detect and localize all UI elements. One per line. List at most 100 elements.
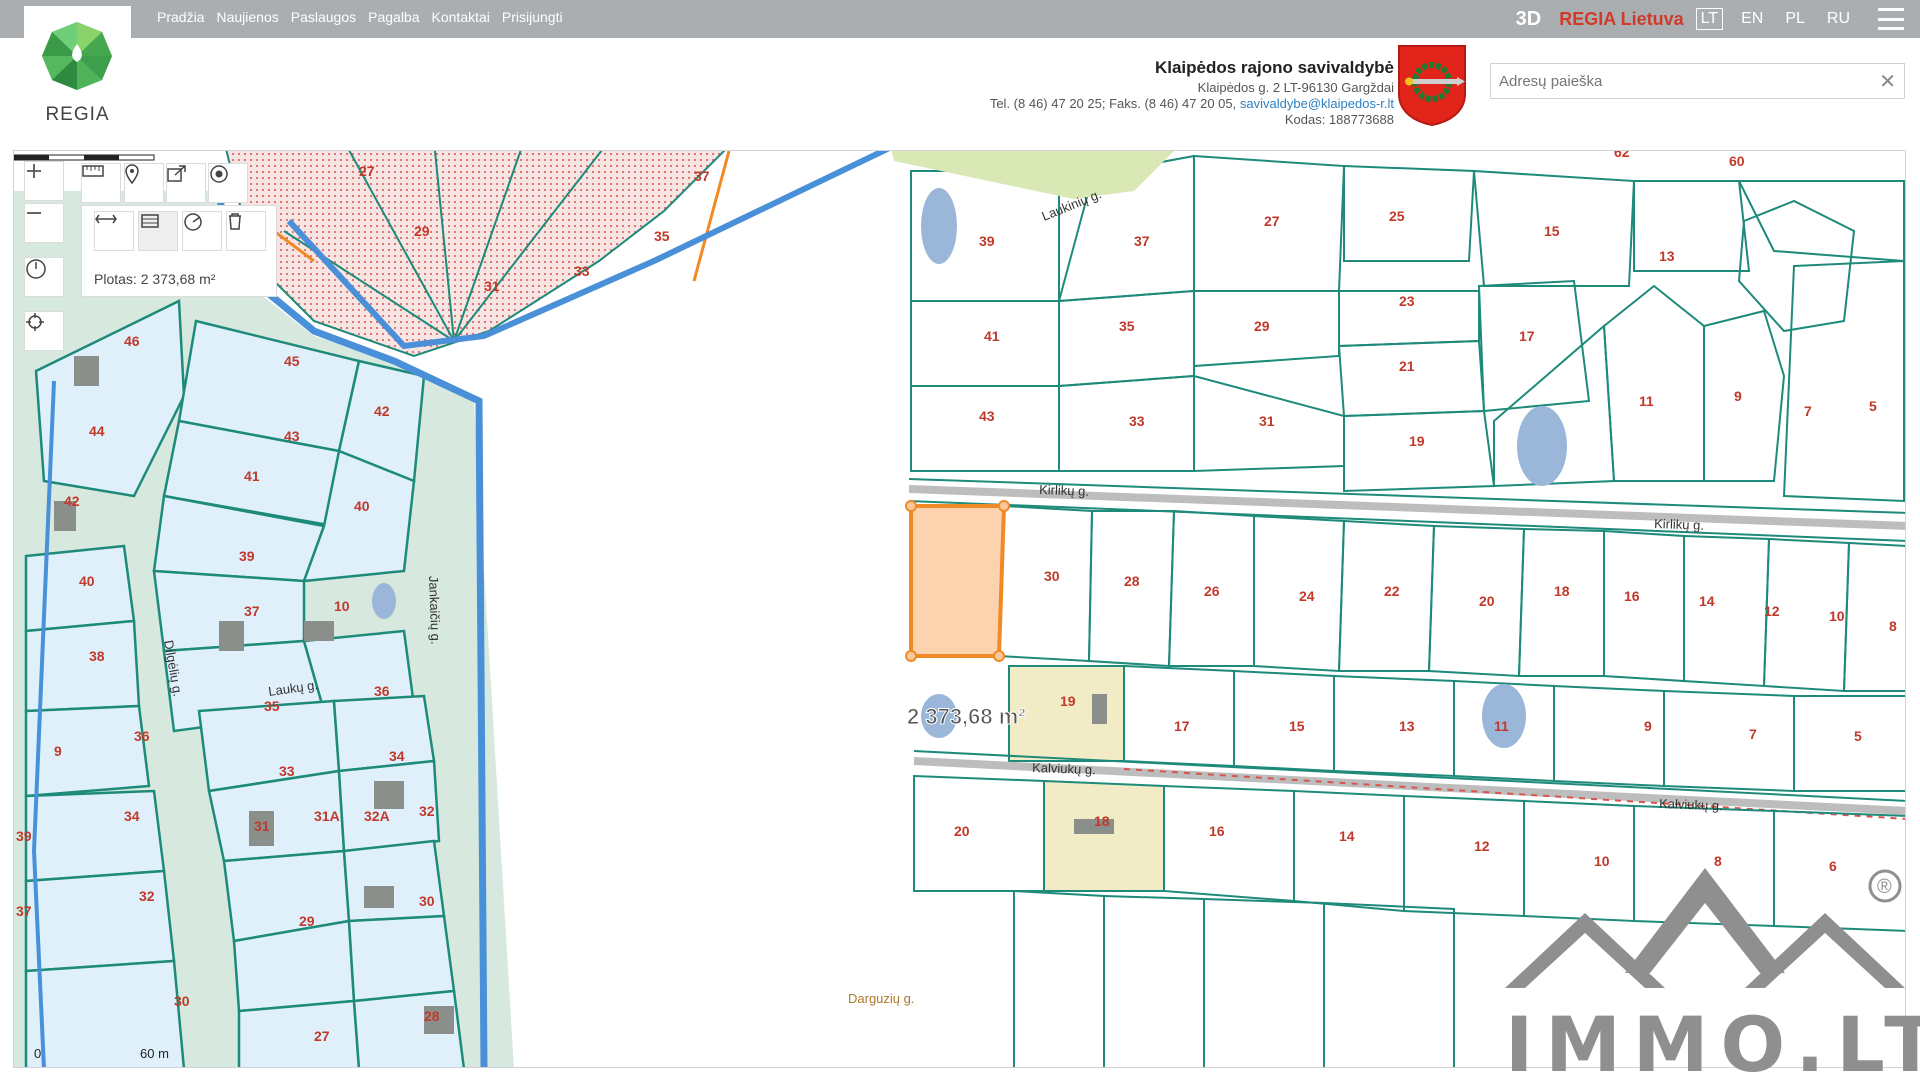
pn-l18: 34 — [389, 748, 405, 764]
pn-l1: 45 — [284, 353, 300, 369]
pn-ru21: 5 — [1869, 398, 1877, 414]
pn-ru0: 39 — [979, 233, 995, 249]
lang-pl[interactable]: PL — [1781, 9, 1809, 29]
pn-ru6: 62 — [1614, 151, 1630, 160]
pn-ru10: 29 — [1254, 318, 1270, 334]
municipality-info: Klaipėdos rajono savivaldybė Klaipėdos g… — [990, 56, 1394, 128]
lang-lt[interactable]: LT — [1695, 8, 1724, 30]
pn-l9: 39 — [239, 548, 255, 564]
pn-ru16: 31 — [1259, 413, 1275, 429]
municipality-email-link[interactable]: savivaldybe@klaipedos-r.lt — [1240, 96, 1394, 111]
pn-l4: 42 — [374, 403, 390, 419]
3d-mode-button[interactable]: 3D — [1516, 8, 1542, 31]
pn-rm8: 14 — [1699, 593, 1715, 609]
selected-parcel[interactable] — [909, 504, 1007, 658]
pn-ru14: 43 — [979, 408, 995, 424]
pn-l15: 9 — [54, 743, 62, 759]
pn-ru18: 11 — [1639, 393, 1654, 409]
pn-rm6: 18 — [1554, 583, 1570, 599]
regia-logo[interactable]: REGIA — [24, 6, 131, 138]
share-button[interactable] — [166, 163, 206, 203]
pn-ru2: 27 — [1264, 213, 1280, 229]
locate-button[interactable] — [208, 163, 248, 203]
municipality-code: Kodas: 188773688 — [1284, 112, 1394, 127]
area-measure-icon — [141, 214, 159, 228]
pn-rl3: 13 — [1399, 718, 1415, 734]
nav-login[interactable]: Prisijungti — [502, 9, 563, 25]
pn-rm3: 24 — [1299, 588, 1315, 604]
trash-icon — [229, 213, 241, 230]
address-search-input[interactable] — [1491, 64, 1877, 98]
pn-rl0: 19 — [1060, 693, 1076, 709]
target-icon — [210, 165, 228, 183]
measure-area-button[interactable] — [138, 211, 178, 251]
zoom-out-button[interactable] — [24, 203, 64, 243]
registered-mark: ® — [1877, 876, 1892, 898]
marker-tool-button[interactable] — [124, 163, 164, 203]
pn-rb2: 16 — [1209, 823, 1225, 839]
nav-services[interactable]: Paslaugos — [291, 9, 356, 25]
measure-tool-button[interactable] — [81, 163, 121, 203]
middle-parcels — [997, 504, 1905, 693]
pn-rb1: 18 — [1094, 813, 1110, 829]
pn-l20: 39 — [16, 828, 32, 844]
pn-l10: 38 — [89, 648, 105, 664]
pn-rb4: 12 — [1474, 838, 1490, 854]
nav-help[interactable]: Pagalba — [368, 9, 419, 25]
pn-t5: 37 — [694, 168, 710, 184]
scale-bar — [14, 154, 155, 161]
pn-ru4: 15 — [1544, 223, 1560, 239]
pn-t0: 27 — [359, 163, 375, 179]
nav-home[interactable]: Pradžia — [157, 9, 204, 25]
pn-ru12: 17 — [1519, 328, 1535, 344]
history-button[interactable] — [24, 257, 64, 297]
minus-icon — [27, 212, 41, 214]
protected-zone — [225, 151, 731, 358]
lang-ru[interactable]: RU — [1823, 9, 1854, 29]
hamburger-menu-icon[interactable] — [1878, 8, 1904, 30]
measure-length-button[interactable] — [94, 211, 134, 251]
pn-rm11: 8 — [1889, 618, 1897, 634]
pn-l30: 27 — [314, 1028, 330, 1044]
pn-l27: 29 — [299, 913, 315, 929]
gps-button[interactable] — [24, 311, 64, 351]
pn-l0: 46 — [124, 333, 140, 349]
pn-l8: 40 — [79, 573, 95, 589]
regia-lietuva-link[interactable]: REGIA Lietuva — [1559, 9, 1683, 30]
municipality-name: Klaipėdos rajono savivaldybė — [1154, 58, 1394, 77]
pn-l21: 31 — [254, 818, 270, 834]
municipality-phone: Tel. (8 46) 47 20 25; Faks. (8 46) 47 20… — [989, 96, 1237, 111]
pn-rm9: 12 — [1764, 603, 1780, 619]
pn-t1: 29 — [414, 223, 430, 239]
nav-news[interactable]: Naujienos — [216, 9, 278, 25]
street-label-kirliku-2: Kirlikų g. — [1654, 516, 1704, 533]
pn-l29: 30 — [174, 993, 190, 1009]
street-label-kirliku-1: Kirlikų g. — [1039, 482, 1089, 499]
logo-text: REGIA — [45, 104, 110, 125]
pn-ru5: 13 — [1659, 248, 1675, 264]
coat-of-arms-icon — [1398, 45, 1466, 126]
pn-l24: 32 — [419, 803, 435, 819]
pn-l5: 42 — [64, 493, 80, 509]
regia-logo-icon — [42, 22, 112, 90]
delete-measure-button[interactable] — [226, 211, 266, 251]
nav-contacts[interactable]: Kontaktai — [432, 9, 490, 25]
lang-en[interactable]: EN — [1737, 9, 1767, 29]
pn-l7: 40 — [354, 498, 370, 514]
pn-l28: 30 — [419, 893, 435, 909]
scale-zero-label: 0 — [34, 1046, 42, 1061]
measure-angle-button[interactable] — [182, 211, 222, 251]
pn-rm1: 28 — [1124, 573, 1140, 589]
pn-rl4: 11 — [1494, 718, 1509, 734]
pn-l23: 32A — [364, 808, 390, 824]
zoom-in-button[interactable] — [24, 161, 64, 201]
pn-rm10: 10 — [1829, 608, 1845, 624]
pn-rm5: 20 — [1479, 593, 1495, 609]
close-icon[interactable]: ✕ — [1879, 69, 1896, 94]
pn-rl6: 7 — [1749, 726, 1757, 742]
main-nav: Pradžia Naujienos Paslaugos Pagalba Kont… — [157, 9, 563, 25]
pn-ru20: 7 — [1804, 403, 1812, 419]
pn-rm7: 16 — [1624, 588, 1640, 604]
pn-ru1: 37 — [1134, 233, 1150, 249]
pn-rb5: 10 — [1594, 853, 1610, 869]
